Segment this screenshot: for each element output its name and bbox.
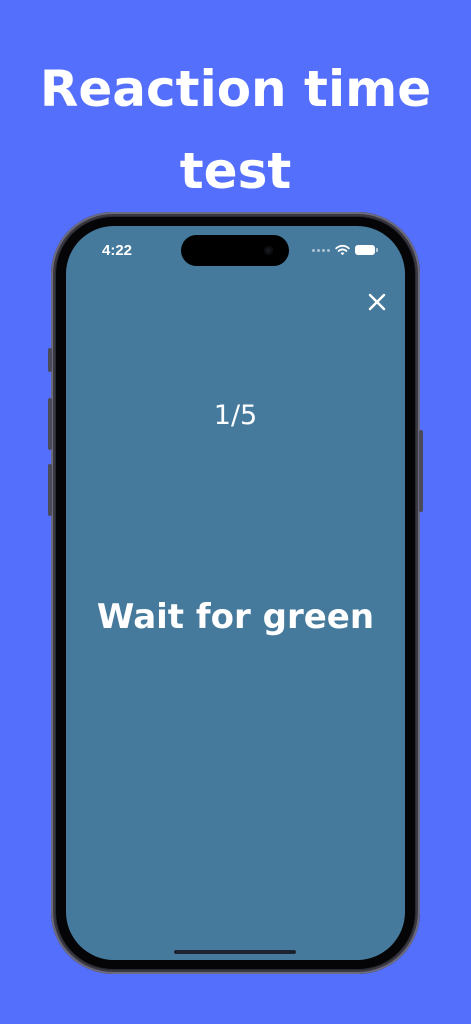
close-button[interactable] (365, 290, 389, 314)
volume-down-button (48, 464, 52, 516)
action-button (48, 348, 52, 372)
status-time: 4:22 (102, 242, 133, 259)
wifi-icon (335, 244, 350, 256)
instruction-text: Wait for green (96, 597, 375, 637)
signal-dots-icon (312, 248, 330, 252)
dynamic-island (181, 235, 289, 266)
home-indicator[interactable] (174, 950, 296, 954)
power-button (419, 430, 423, 512)
camera-icon (264, 246, 273, 255)
status-icons (312, 242, 378, 258)
app-screen[interactable]: 4:22 1/5 Wait for green (66, 226, 405, 960)
round-counter: 1/5 (213, 400, 258, 431)
promo-headline: Reaction time test (39, 60, 432, 200)
promo-page: Reaction time test 4:22 1/5 Wait for gre… (0, 0, 471, 1024)
volume-up-button (48, 398, 52, 450)
battery-icon (355, 245, 378, 255)
close-icon (368, 293, 386, 311)
